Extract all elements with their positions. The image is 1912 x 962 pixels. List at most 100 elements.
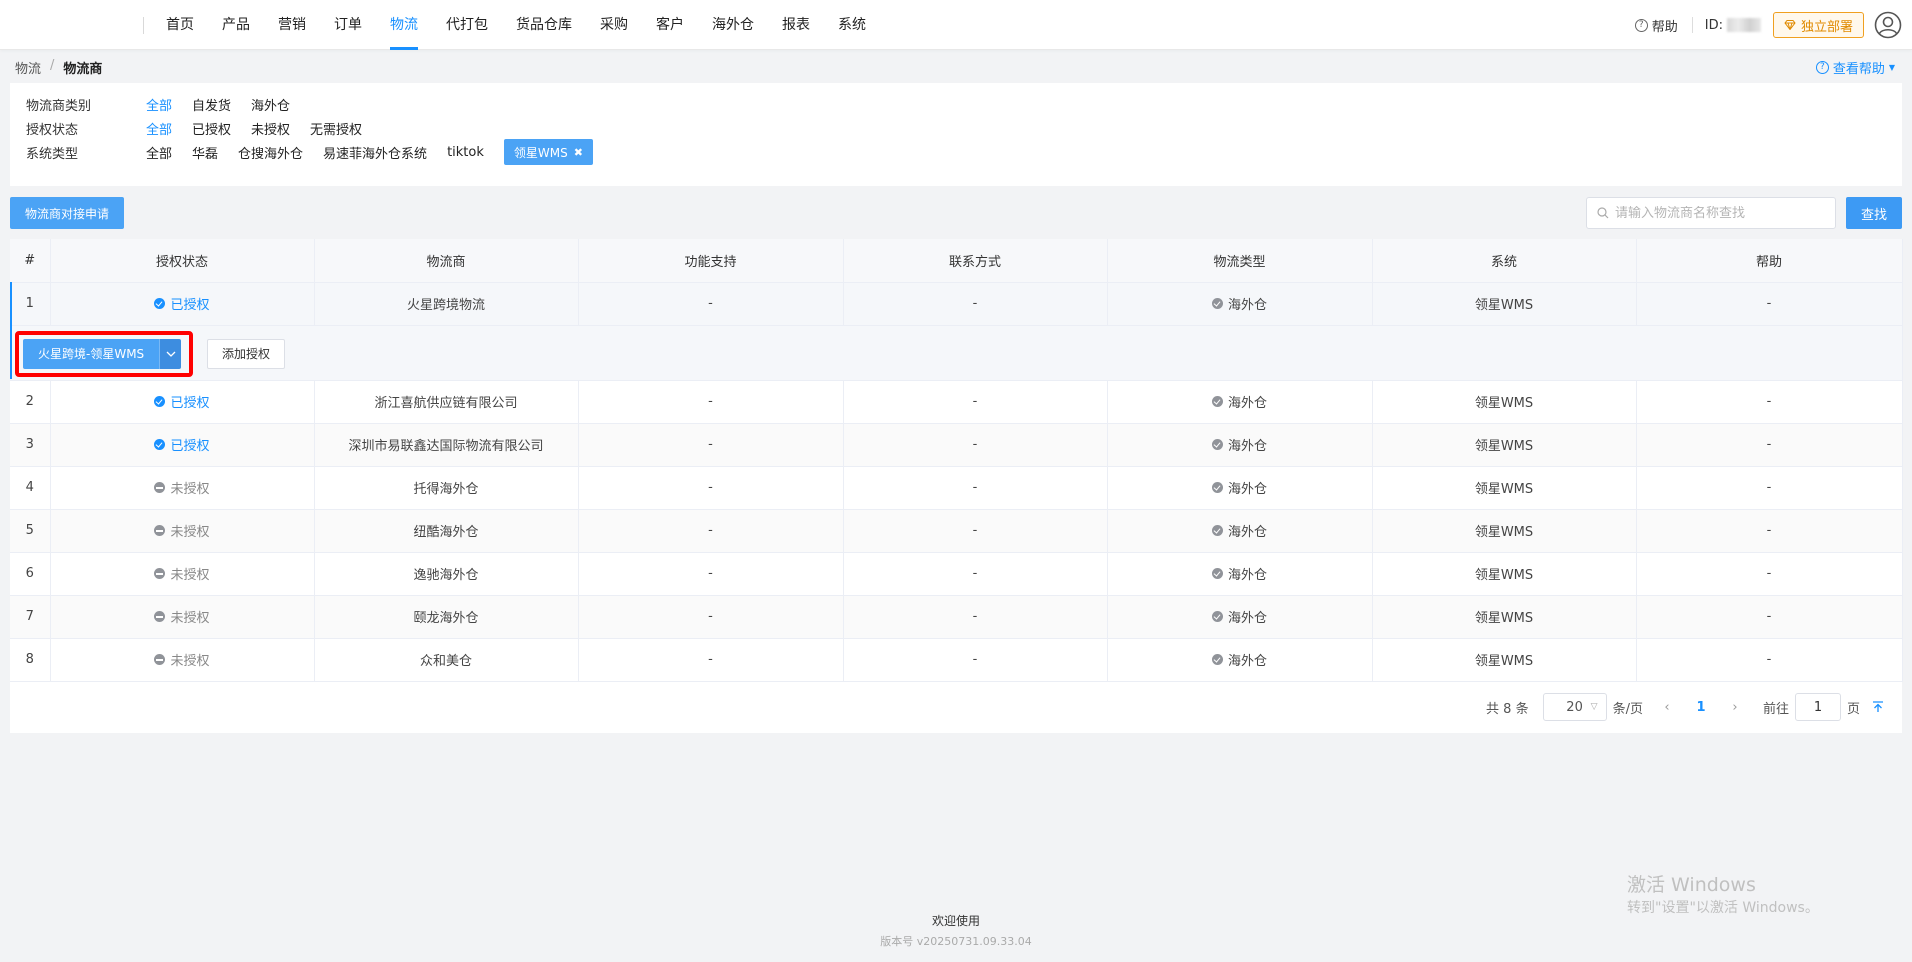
auth-status-cell: 已授权: [50, 282, 315, 326]
help-link[interactable]: ? 帮助: [1634, 16, 1678, 35]
expanded-row-body: 火星跨境-领星WMS 添加授权: [10, 326, 1902, 380]
prev-page-icon[interactable]: ‹: [1653, 700, 1681, 715]
auth-status-label: 未授权: [170, 568, 210, 583]
logistics-type-cell: 海外仓: [1107, 466, 1373, 510]
filter-option[interactable]: 全部: [146, 95, 172, 114]
column-header: 功能支持: [578, 239, 844, 283]
nav-item[interactable]: 海外仓: [698, 0, 768, 50]
table-row[interactable]: 4 未授权 托得海外仓 - - 海外仓 领星WMS -: [10, 466, 1903, 510]
auth-status-label: 已授权: [170, 298, 210, 313]
filter-option[interactable]: 无需授权: [310, 119, 362, 138]
page-number[interactable]: 1: [1681, 700, 1721, 715]
auth-status-label: 未授权: [170, 482, 210, 497]
system-name: 领星WMS: [1372, 595, 1637, 639]
main-nav: 首页 产品 营销 订单 物流 代打包 货品仓库 采购 客户 海外仓 报表 系统: [152, 0, 880, 50]
auth-status: 已授权: [154, 294, 210, 313]
minus-circle-icon: [154, 611, 166, 622]
filter-row-system: 系统类型 全部 华磊 仓搜海外仓 易速菲海外仓系统 tiktok 领星WMS ✖: [26, 139, 593, 165]
table-row[interactable]: 2 已授权 浙江喜航供应链有限公司 - - 海外仓 领星WMS -: [10, 380, 1903, 424]
auth-status-label: 未授权: [170, 654, 210, 669]
check-circle-icon: [154, 396, 166, 407]
logistics-type-label: 海外仓: [1227, 482, 1267, 497]
filter-option[interactable]: 仓搜海外仓: [238, 143, 303, 162]
user-avatar-icon[interactable]: [1874, 11, 1902, 39]
filter-option[interactable]: 海外仓: [251, 95, 290, 114]
auth-status-cell: 未授权: [50, 509, 315, 553]
carrier-integration-apply-button[interactable]: 物流商对接申请: [10, 197, 125, 229]
check-circle-icon: [1211, 482, 1223, 493]
expanded-row-content: 火星跨境-领星WMS 添加授权: [10, 325, 1903, 381]
nav-item[interactable]: 首页: [152, 0, 208, 50]
per-page-label: 条/页: [1612, 701, 1643, 717]
add-authorization-button[interactable]: 添加授权: [207, 338, 286, 369]
nav-item[interactable]: 货品仓库: [502, 0, 586, 50]
filter-option[interactable]: 自发货: [192, 95, 231, 114]
system-name: 领星WMS: [1372, 638, 1637, 682]
row-number: 2: [10, 380, 51, 424]
nav-item[interactable]: 报表: [768, 0, 824, 50]
column-header: 帮助: [1636, 239, 1903, 283]
page-size-select[interactable]: 20 ▽: [1542, 693, 1607, 721]
row-number: 1: [10, 282, 51, 326]
contact-info: -: [843, 552, 1108, 596]
contact-info: -: [843, 466, 1108, 510]
table-row[interactable]: 3 已授权 深圳市易联鑫达国际物流有限公司 - - 海外仓 领星WMS -: [10, 423, 1903, 467]
column-header: 授权状态: [50, 239, 315, 283]
filter-option[interactable]: 已授权: [192, 119, 231, 138]
logistics-type: 海外仓: [1211, 521, 1267, 540]
standalone-deploy-button[interactable]: 独立部署: [1772, 12, 1864, 38]
search-button[interactable]: 查找: [1846, 197, 1902, 229]
nav-item[interactable]: 产品: [208, 0, 264, 50]
filter-option[interactable]: 华磊: [192, 143, 218, 162]
filter-option[interactable]: 全部: [146, 119, 172, 138]
highlight-box: [15, 330, 193, 377]
row-number: 7: [10, 595, 51, 639]
table-row[interactable]: 8 未授权 众和美仓 - - 海外仓 领星WMS -: [10, 638, 1903, 682]
check-circle-icon: [1211, 439, 1223, 450]
nav-item[interactable]: 订单: [320, 0, 376, 50]
logistics-type-label: 海外仓: [1227, 439, 1267, 454]
filter-option[interactable]: 未授权: [251, 119, 290, 138]
auth-status-cell: 已授权: [50, 423, 315, 467]
nav-item[interactable]: 系统: [824, 0, 880, 50]
minus-circle-icon: [154, 482, 166, 493]
next-page-icon[interactable]: ›: [1721, 700, 1749, 715]
breadcrumb-current: 物流商: [63, 62, 103, 77]
logistics-type: 海外仓: [1211, 607, 1267, 626]
close-icon[interactable]: ✖: [574, 146, 583, 159]
view-help-link[interactable]: ? 查看帮助 ▼: [1815, 58, 1895, 77]
breadcrumb-logistics[interactable]: 物流: [15, 58, 41, 77]
back-to-top-icon[interactable]: [1872, 701, 1884, 713]
goto-page-input[interactable]: [1794, 693, 1841, 721]
table-row[interactable]: 1 已授权 火星跨境物流 - - 海外仓 领星WMS -: [10, 282, 1903, 326]
contact-info: -: [843, 423, 1108, 467]
minus-circle-icon: [154, 525, 166, 536]
nav-item[interactable]: 营销: [264, 0, 320, 50]
nav-item[interactable]: 物流: [376, 0, 432, 50]
check-circle-icon: [1211, 654, 1223, 665]
logistics-type-cell: 海外仓: [1107, 380, 1373, 424]
table-row[interactable]: 6 未授权 逸驰海外仓 - - 海外仓 领星WMS -: [10, 552, 1903, 596]
auth-status-cell: 未授权: [50, 552, 315, 596]
auth-status: 未授权: [154, 478, 210, 497]
carrier-name: 颐龙海外仓: [314, 595, 579, 639]
diamond-icon: [1784, 20, 1796, 30]
contact-info: -: [843, 509, 1108, 553]
filter-option[interactable]: 易速菲海外仓系统: [323, 143, 427, 162]
active-filter-tag[interactable]: 领星WMS ✖: [503, 139, 593, 165]
system-name: 领星WMS: [1372, 552, 1637, 596]
footer-version: 版本号 v20250731.09.33.04: [880, 935, 1032, 948]
nav-item[interactable]: 代打包: [432, 0, 502, 50]
nav-item[interactable]: 采购: [586, 0, 642, 50]
auth-status: 未授权: [154, 607, 210, 626]
carrier-name: 逸驰海外仓: [314, 552, 579, 596]
check-circle-icon: [1211, 396, 1223, 407]
search-box: [1586, 197, 1836, 229]
nav-item[interactable]: 客户: [642, 0, 698, 50]
filter-option[interactable]: tiktok: [447, 145, 484, 160]
search-input[interactable]: [1615, 205, 1825, 221]
table-row[interactable]: 7 未授权 颐龙海外仓 - - 海外仓 领星WMS -: [10, 595, 1903, 639]
filter-option[interactable]: 全部: [146, 143, 172, 162]
table-row[interactable]: 5 未授权 纽酷海外仓 - - 海外仓 领星WMS -: [10, 509, 1903, 553]
table-header-row: # 授权状态 物流商 功能支持 联系方式 物流类型 系统 帮助: [10, 239, 1903, 283]
